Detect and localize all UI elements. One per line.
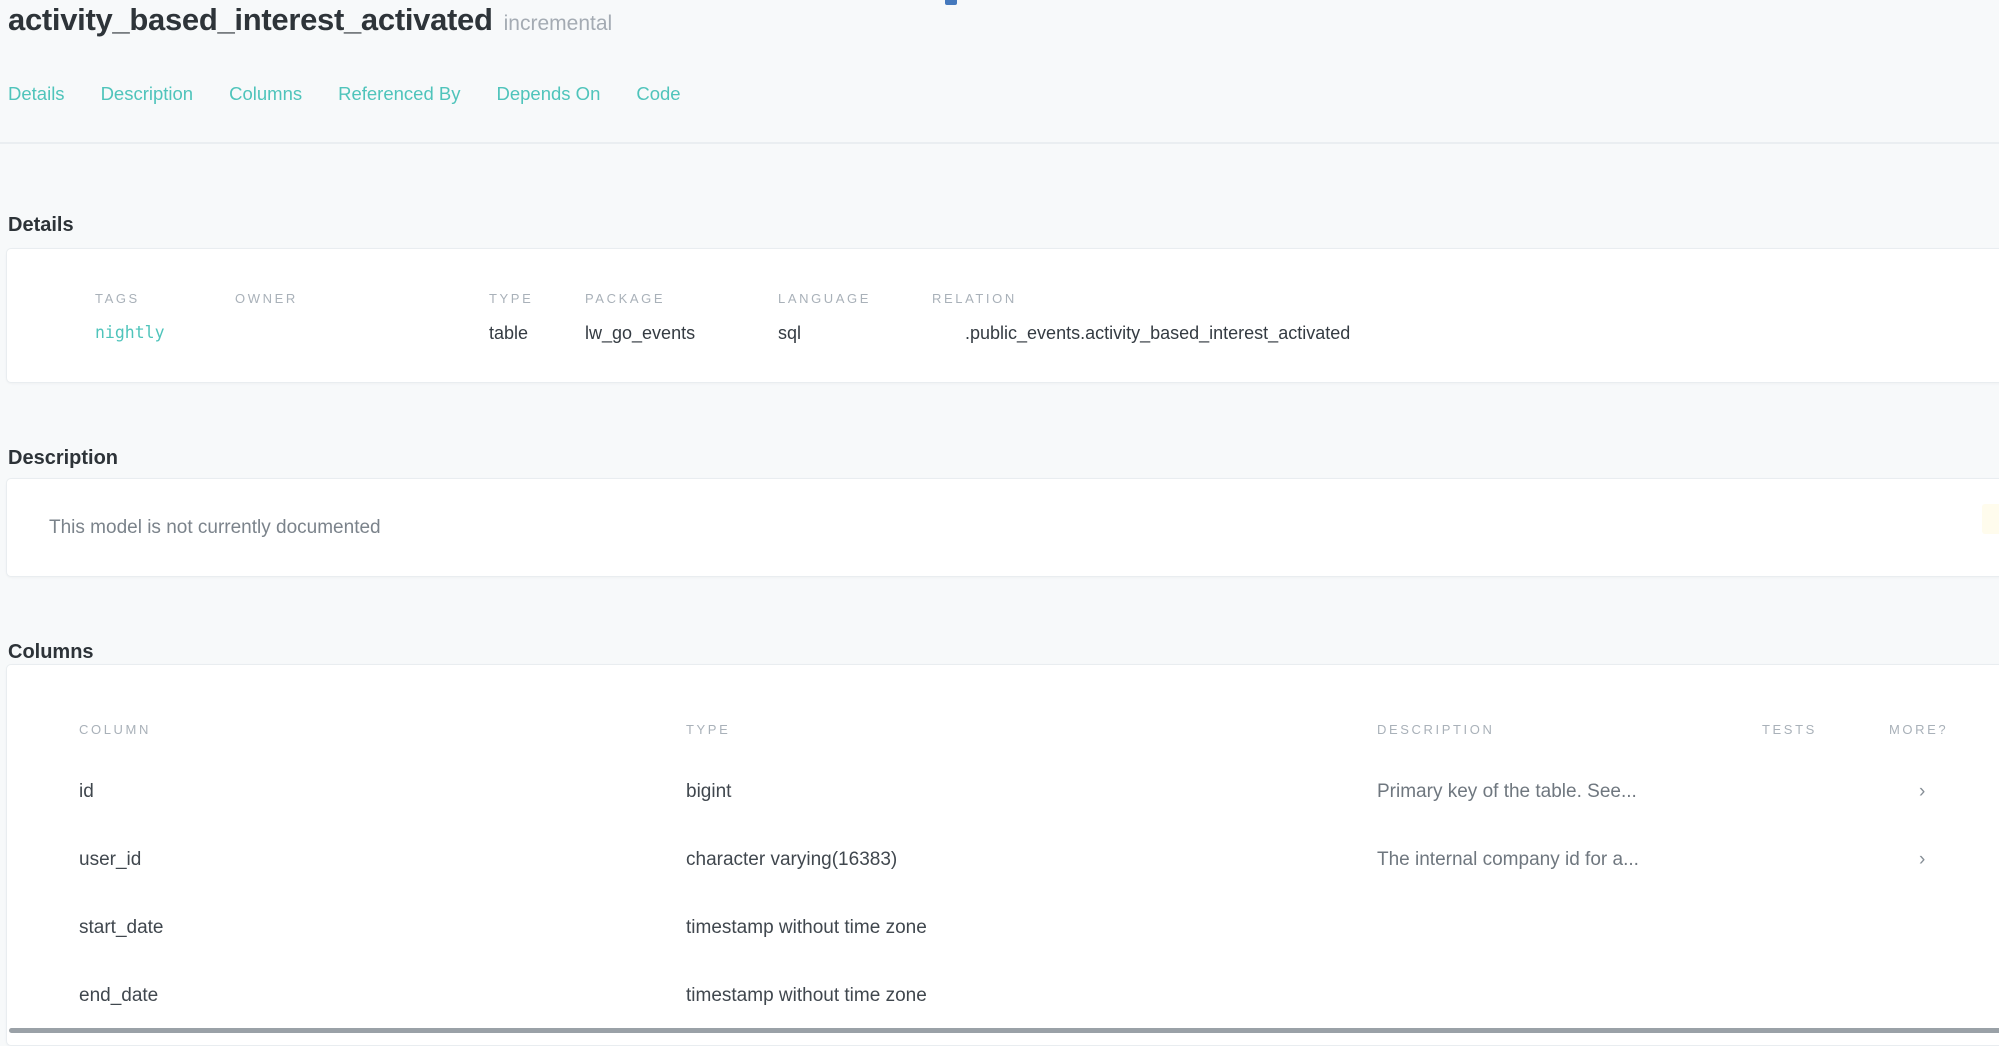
field-label-type: TYPE	[489, 291, 533, 306]
tab-columns[interactable]: Columns	[229, 83, 302, 105]
chevron-right-icon[interactable]: ›	[1889, 849, 1999, 871]
description-text: This model is not currently documented	[49, 479, 381, 576]
tab-referenced-by[interactable]: Referenced By	[338, 83, 460, 105]
cell-column-name: id	[79, 781, 686, 803]
section-heading-columns: Columns	[8, 641, 94, 664]
field-owner: OWNER	[235, 291, 298, 321]
table-row[interactable]: id bigint Primary key of the table. See.…	[7, 758, 1999, 826]
tab-depends-on[interactable]: Depends On	[496, 83, 600, 105]
section-heading-description: Description	[8, 447, 118, 470]
column-table-header: COLUMN TYPE DESCRIPTION TESTS MORE?	[7, 721, 1999, 737]
cell-column-description: Primary key of the table. See...	[1377, 781, 1762, 803]
tab-code[interactable]: Code	[636, 83, 680, 105]
field-label-tags: TAGS	[95, 291, 165, 306]
field-value-language: sql	[778, 321, 871, 345]
table-row: end_date timestamp without time zone	[7, 962, 1999, 1030]
tag-link[interactable]: nightly	[95, 321, 165, 345]
cell-column-type: timestamp without time zone	[686, 917, 1377, 939]
field-label-package: PACKAGE	[585, 291, 695, 306]
field-package: PACKAGE lw_go_events	[585, 291, 695, 345]
clipped-link-artifact	[945, 0, 957, 5]
tab-description[interactable]: Description	[101, 83, 194, 105]
column-table-body: id bigint Primary key of the table. See.…	[7, 758, 1999, 1030]
column-header-column: COLUMN	[79, 722, 686, 737]
field-label-owner: OWNER	[235, 291, 298, 306]
cell-column-description: The internal company id for a...	[1377, 849, 1762, 871]
materialization-badge: incremental	[504, 12, 613, 35]
columns-card: COLUMN TYPE DESCRIPTION TESTS MORE? id b…	[6, 664, 1999, 1046]
column-header-description: DESCRIPTION	[1377, 722, 1762, 737]
table-row[interactable]: user_id character varying(16383) The int…	[7, 826, 1999, 894]
field-type: TYPE table	[489, 291, 533, 345]
field-label-relation: RELATION	[932, 291, 1350, 306]
field-tags: TAGS nightly	[95, 291, 165, 345]
cell-column-type: bigint	[686, 781, 1377, 803]
tab-details[interactable]: Details	[8, 83, 65, 105]
field-language: LANGUAGE sql	[778, 291, 871, 345]
page-header: activity_based_interest_activated increme…	[8, 2, 612, 38]
column-header-type: TYPE	[686, 722, 1377, 737]
field-value-relation: .public_events.activity_based_interest_a…	[965, 321, 1350, 345]
cell-column-name: end_date	[79, 985, 686, 1007]
cell-column-name: start_date	[79, 917, 686, 939]
field-label-language: LANGUAGE	[778, 291, 871, 306]
cell-column-type: timestamp without time zone	[686, 985, 1377, 1007]
clipped-edge-artifact	[1982, 504, 1999, 534]
page-title: activity_based_interest_activated	[8, 2, 493, 37]
field-value-type: table	[489, 321, 533, 345]
field-relation: RELATION .public_events.activity_based_i…	[932, 291, 1350, 345]
tab-bar: Details Description Columns Referenced B…	[8, 83, 681, 105]
field-value-package: lw_go_events	[585, 321, 695, 345]
header-divider	[0, 142, 1999, 144]
column-header-tests: TESTS	[1762, 722, 1889, 737]
details-card: TAGS nightly OWNER TYPE table PACKAGE lw…	[6, 248, 1999, 383]
horizontal-scrollbar[interactable]	[9, 1028, 1999, 1033]
column-header-more: MORE?	[1889, 722, 1999, 737]
description-card: This model is not currently documented	[6, 478, 1999, 577]
chevron-right-icon[interactable]: ›	[1889, 781, 1999, 803]
cell-column-type: character varying(16383)	[686, 849, 1377, 871]
cell-column-name: user_id	[79, 849, 686, 871]
table-row: start_date timestamp without time zone	[7, 894, 1999, 962]
section-heading-details: Details	[8, 214, 74, 237]
